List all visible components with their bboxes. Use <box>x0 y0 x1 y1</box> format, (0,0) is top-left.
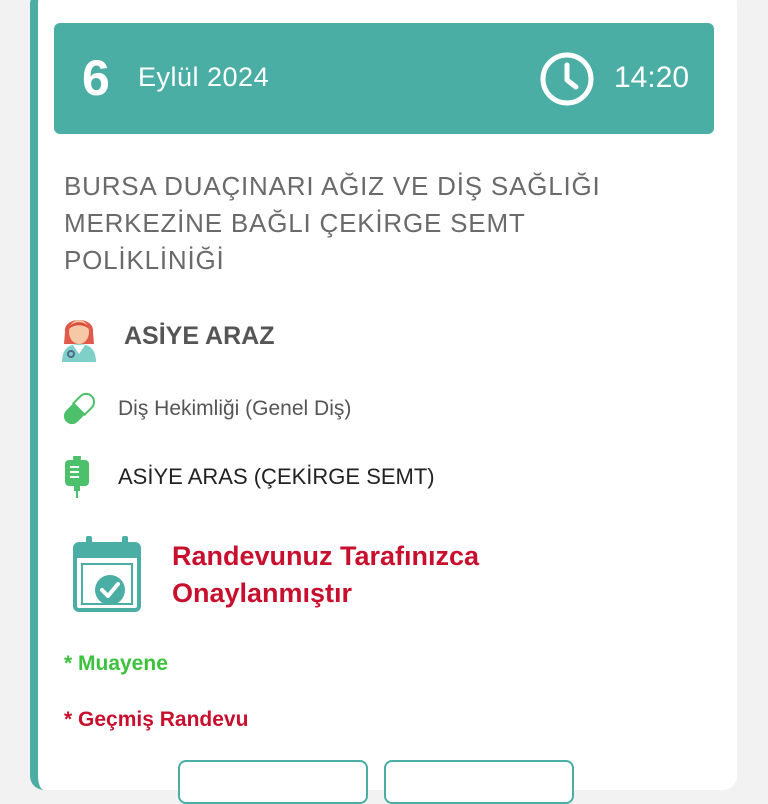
appointment-month-year: Eylül 2024 <box>138 62 270 92</box>
doctor-row: ASİYE ARAZ <box>60 310 274 362</box>
clinic-name: BURSA DUAÇINARI AĞIZ VE DİŞ SAĞLIĞI MERK… <box>64 171 601 275</box>
branch-name: Diş Hekimliği (Genel Diş) <box>118 397 352 420</box>
location-name: ASİYE ARAS (ÇEKİRGE SEMT) <box>118 464 435 489</box>
doctor-avatar-icon <box>62 320 96 362</box>
clock-icon <box>540 52 594 106</box>
location-row: ASİYE ARAS (ÇEKİRGE SEMT) <box>64 456 435 498</box>
calendar-check-icon <box>73 536 141 612</box>
appointment-time: 14:20 <box>614 61 690 94</box>
branch-row: Diş Hekimliği (Genel Diş) <box>60 390 351 428</box>
iv-bag-icon <box>65 456 89 498</box>
status-line-1: Randevunuz Tarafınızca <box>172 541 480 571</box>
legend-examination: * Muayene <box>64 652 168 675</box>
action-button-left[interactable] <box>178 760 368 804</box>
status-row: Randevunuz Tarafınızca Onaylanmıştır <box>72 536 479 614</box>
status-line-2: Onaylanmıştır <box>172 578 353 608</box>
appointment-status: Randevunuz Tarafınızca Onaylanmıştır <box>172 538 479 612</box>
doctor-name: ASİYE ARAZ <box>124 321 275 350</box>
appointment-day: 6 <box>82 50 110 106</box>
pill-icon <box>63 392 96 425</box>
action-button-right[interactable] <box>384 760 574 804</box>
appointment-header: 6 Eylül 2024 14:20 <box>54 23 714 134</box>
legend-past-appointment: * Geçmiş Randevu <box>64 708 249 731</box>
